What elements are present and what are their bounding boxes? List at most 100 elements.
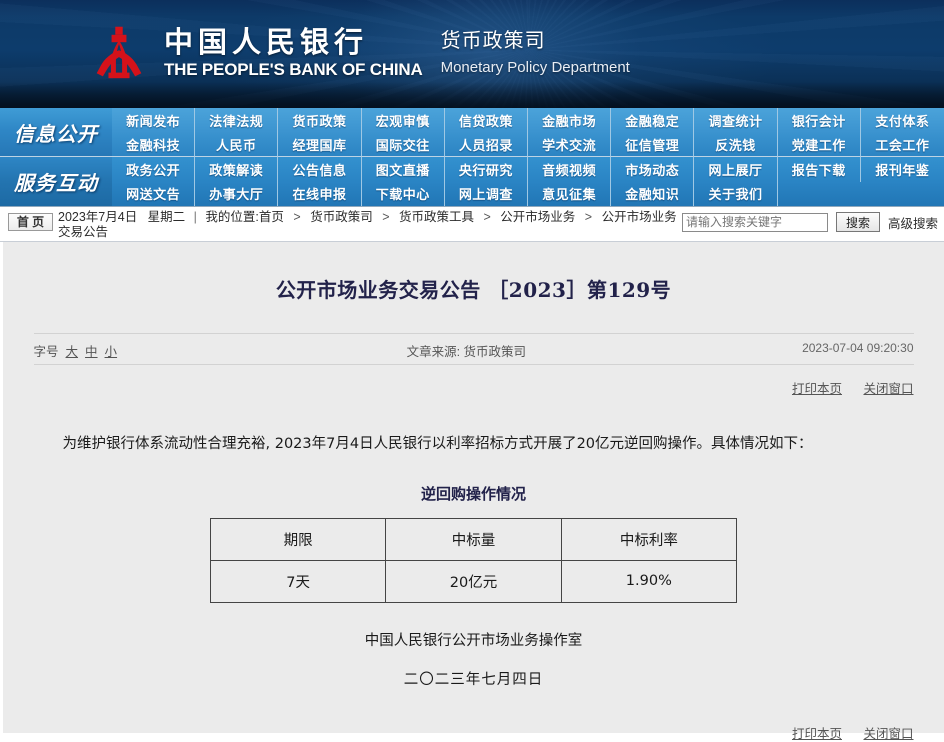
site-header-banner: 中国人民银行 THE PEOPLE'S BANK OF CHINA 货币政策司 … xyxy=(0,0,944,108)
article-tools-top: 打印本页 关闭窗口 xyxy=(34,378,914,397)
breadcrumb-divider: | xyxy=(193,210,197,224)
font-size-controls: 字号大中小 xyxy=(34,341,118,360)
nav-item-service-hall[interactable]: 办事大厅 xyxy=(195,181,279,206)
nav-item-anti-money-laundering[interactable]: 反洗钱 xyxy=(694,132,778,157)
table-header-rate: 中标利率 xyxy=(560,517,738,561)
nav-item-macroprudential[interactable]: 宏观审慎 xyxy=(361,108,445,133)
table-title: 逆回购操作情况 xyxy=(420,484,526,503)
nav-item-about-us[interactable]: 关于我们 xyxy=(694,181,778,206)
breadcrumb-item-home[interactable]: 首页 xyxy=(259,210,284,224)
nav-link-grid: 新闻发布 法律法规 货币政策 宏观审慎 信贷政策 金融市场 金融稳定 调查统计 … xyxy=(112,108,944,206)
nav-item-feedback[interactable]: 意见征集 xyxy=(527,181,612,206)
reverse-repo-table: 期限 中标量 中标利率 7天 20亿元 1.90% xyxy=(209,517,738,603)
print-page-link-bottom[interactable]: 打印本页 xyxy=(792,727,842,741)
nav-item-financial-knowledge[interactable]: 金融知识 xyxy=(611,181,695,206)
table-cell-volume: 20亿元 xyxy=(385,559,562,603)
breadcrumb-item-monetary-policy-dept[interactable]: 货币政策司 xyxy=(310,210,373,224)
nav-item-audio-video[interactable]: 音频视频 xyxy=(527,157,612,182)
nav-section-information-disclosure[interactable]: 信息公开 xyxy=(0,108,112,157)
close-window-link-top[interactable]: 关闭窗口 xyxy=(863,382,913,396)
breadcrumb-separator-2: > xyxy=(382,210,390,224)
table-row: 7天 20亿元 1.90% xyxy=(209,559,738,603)
nav-item-online-exhibition[interactable]: 网上展厅 xyxy=(694,157,778,182)
nav-item-online-declaration[interactable]: 在线申报 xyxy=(278,181,362,206)
pbc-logo-icon xyxy=(88,23,150,85)
font-size-small[interactable]: 小 xyxy=(105,345,118,359)
breadcrumb-item-open-market-ops[interactable]: 公开市场业务 xyxy=(500,210,575,224)
nav-item-live-broadcast[interactable]: 图文直播 xyxy=(361,157,445,182)
page-title: 公开市场业务交易公告 ［2023］第129号 xyxy=(275,278,672,302)
nav-item-monetary-policy[interactable]: 货币政策 xyxy=(278,108,362,133)
article-meta-row: 字号大中小 文章来源: 货币政策司 2023-07-04 09:20:30 xyxy=(33,333,914,365)
department-name-cn: 货币政策司 xyxy=(440,29,546,52)
signature-line: 中国人民银行公开市场业务操作室 xyxy=(364,632,583,649)
nav-item-download-center[interactable]: 下载中心 xyxy=(361,181,445,206)
nav-item-survey-statistics[interactable]: 调查统计 xyxy=(694,108,778,133)
nav-item-online-documents[interactable]: 网送文告 xyxy=(112,181,196,206)
bank-name-en: THE PEOPLE'S BANK OF CHINA xyxy=(164,60,423,80)
search-input[interactable] xyxy=(681,212,828,232)
advanced-search-link[interactable]: 高级搜索 xyxy=(888,213,938,232)
main-navigation: 信息公开 服务互动 新闻发布 法律法规 货币政策 宏观审慎 信贷政策 金融市场 … xyxy=(0,108,944,207)
table-cell-rate: 1.90% xyxy=(560,559,738,603)
nav-item-government-affairs[interactable]: 政务公开 xyxy=(112,157,196,182)
nav-item-credit-reference[interactable]: 征信管理 xyxy=(611,132,695,157)
search-area: 搜索 高级搜索 xyxy=(681,212,938,232)
breadcrumb-separator-1: > xyxy=(293,210,301,224)
breadcrumb-item-policy-tools[interactable]: 货币政策工具 xyxy=(399,210,474,224)
content-area: 公开市场业务交易公告 ［2023］第129号 字号大中小 文章来源: 货币政策司… xyxy=(0,242,944,741)
nav-item-report-download[interactable]: 报告下载 xyxy=(777,157,861,182)
breadcrumb-position-label: 我的位置: xyxy=(205,210,259,224)
article-source-value: 货币政策司 xyxy=(463,345,527,359)
breadcrumb-bar: 首 页 2023年7月4日 星期二 | 我的位置:首页 > 货币政策司 > 货币… xyxy=(0,207,944,242)
nav-item-payment-system[interactable]: 支付体系 xyxy=(860,108,944,133)
nav-item-international-exchange[interactable]: 国际交往 xyxy=(361,132,445,157)
nav-item-financial-market[interactable]: 金融市场 xyxy=(527,108,612,133)
nav-item-recruitment[interactable]: 人员招录 xyxy=(444,132,528,157)
article-source: 文章来源: 货币政策司 xyxy=(407,341,526,360)
nav-item-fintech[interactable]: 金融科技 xyxy=(112,132,196,157)
table-cell-term: 7天 xyxy=(209,559,387,603)
home-button[interactable]: 首 页 xyxy=(8,213,53,231)
print-page-link-top[interactable]: 打印本页 xyxy=(792,382,842,396)
nav-section-labels: 信息公开 服务互动 xyxy=(0,108,112,206)
current-weekday: 星期二 xyxy=(147,210,186,224)
breadcrumb-separator-3: > xyxy=(483,210,491,224)
nav-item-placeholder-1 xyxy=(777,181,861,206)
nav-item-placeholder-2 xyxy=(860,181,944,206)
font-size-large[interactable]: 大 xyxy=(66,345,79,359)
search-button[interactable]: 搜索 xyxy=(835,212,880,232)
nav-section-service-interaction[interactable]: 服务互动 xyxy=(0,157,112,206)
font-size-medium[interactable]: 中 xyxy=(85,345,98,359)
nav-item-laws[interactable]: 法律法规 xyxy=(195,108,279,133)
nav-item-rmb[interactable]: 人民币 xyxy=(195,132,279,157)
close-window-link-bottom[interactable]: 关闭窗口 xyxy=(863,727,913,741)
nav-item-labor-union[interactable]: 工会工作 xyxy=(860,132,944,157)
publish-timestamp: 2023-07-04 09:20:30 xyxy=(802,341,914,355)
table-header-volume: 中标量 xyxy=(385,517,562,561)
nav-item-central-bank-research[interactable]: 央行研究 xyxy=(444,157,528,182)
nav-item-bank-accounting[interactable]: 银行会计 xyxy=(777,108,861,133)
nav-item-periodicals[interactable]: 报刊年鉴 xyxy=(860,157,944,182)
nav-item-online-survey[interactable]: 网上调查 xyxy=(444,181,528,206)
breadcrumb-separator-4: > xyxy=(584,210,593,224)
nav-item-policy-interpretation[interactable]: 政策解读 xyxy=(195,157,279,182)
bank-name-cn: 中国人民银行 xyxy=(164,24,369,59)
article-tools-bottom: 打印本页 关闭窗口 xyxy=(34,723,914,742)
table-header-term: 期限 xyxy=(209,517,387,561)
nav-item-party-affairs[interactable]: 党建工作 xyxy=(777,132,861,157)
department-name-en: Monetary Policy Department xyxy=(440,58,630,76)
nav-item-market-news[interactable]: 市场动态 xyxy=(611,157,695,182)
font-size-label: 字号 xyxy=(33,345,59,359)
nav-item-financial-stability[interactable]: 金融稳定 xyxy=(611,108,695,133)
breadcrumb: 2023年7月4日 星期二 | 我的位置:首页 > 货币政策司 > 货币政策工具… xyxy=(58,210,678,240)
article-source-label: 文章来源: xyxy=(406,345,461,359)
table-header-row: 期限 中标量 中标利率 xyxy=(209,517,738,561)
nav-item-announcements[interactable]: 公告信息 xyxy=(278,157,362,182)
nav-item-treasury[interactable]: 经理国库 xyxy=(278,132,362,157)
nav-item-academic-exchange[interactable]: 学术交流 xyxy=(527,132,612,157)
nav-item-news[interactable]: 新闻发布 xyxy=(112,108,196,133)
nav-item-credit-policy[interactable]: 信贷政策 xyxy=(444,108,528,133)
article: 公开市场业务交易公告 ［2023］第129号 字号大中小 文章来源: 货币政策司… xyxy=(33,242,914,742)
signature-date: 二〇二三年七月四日 xyxy=(403,671,544,688)
